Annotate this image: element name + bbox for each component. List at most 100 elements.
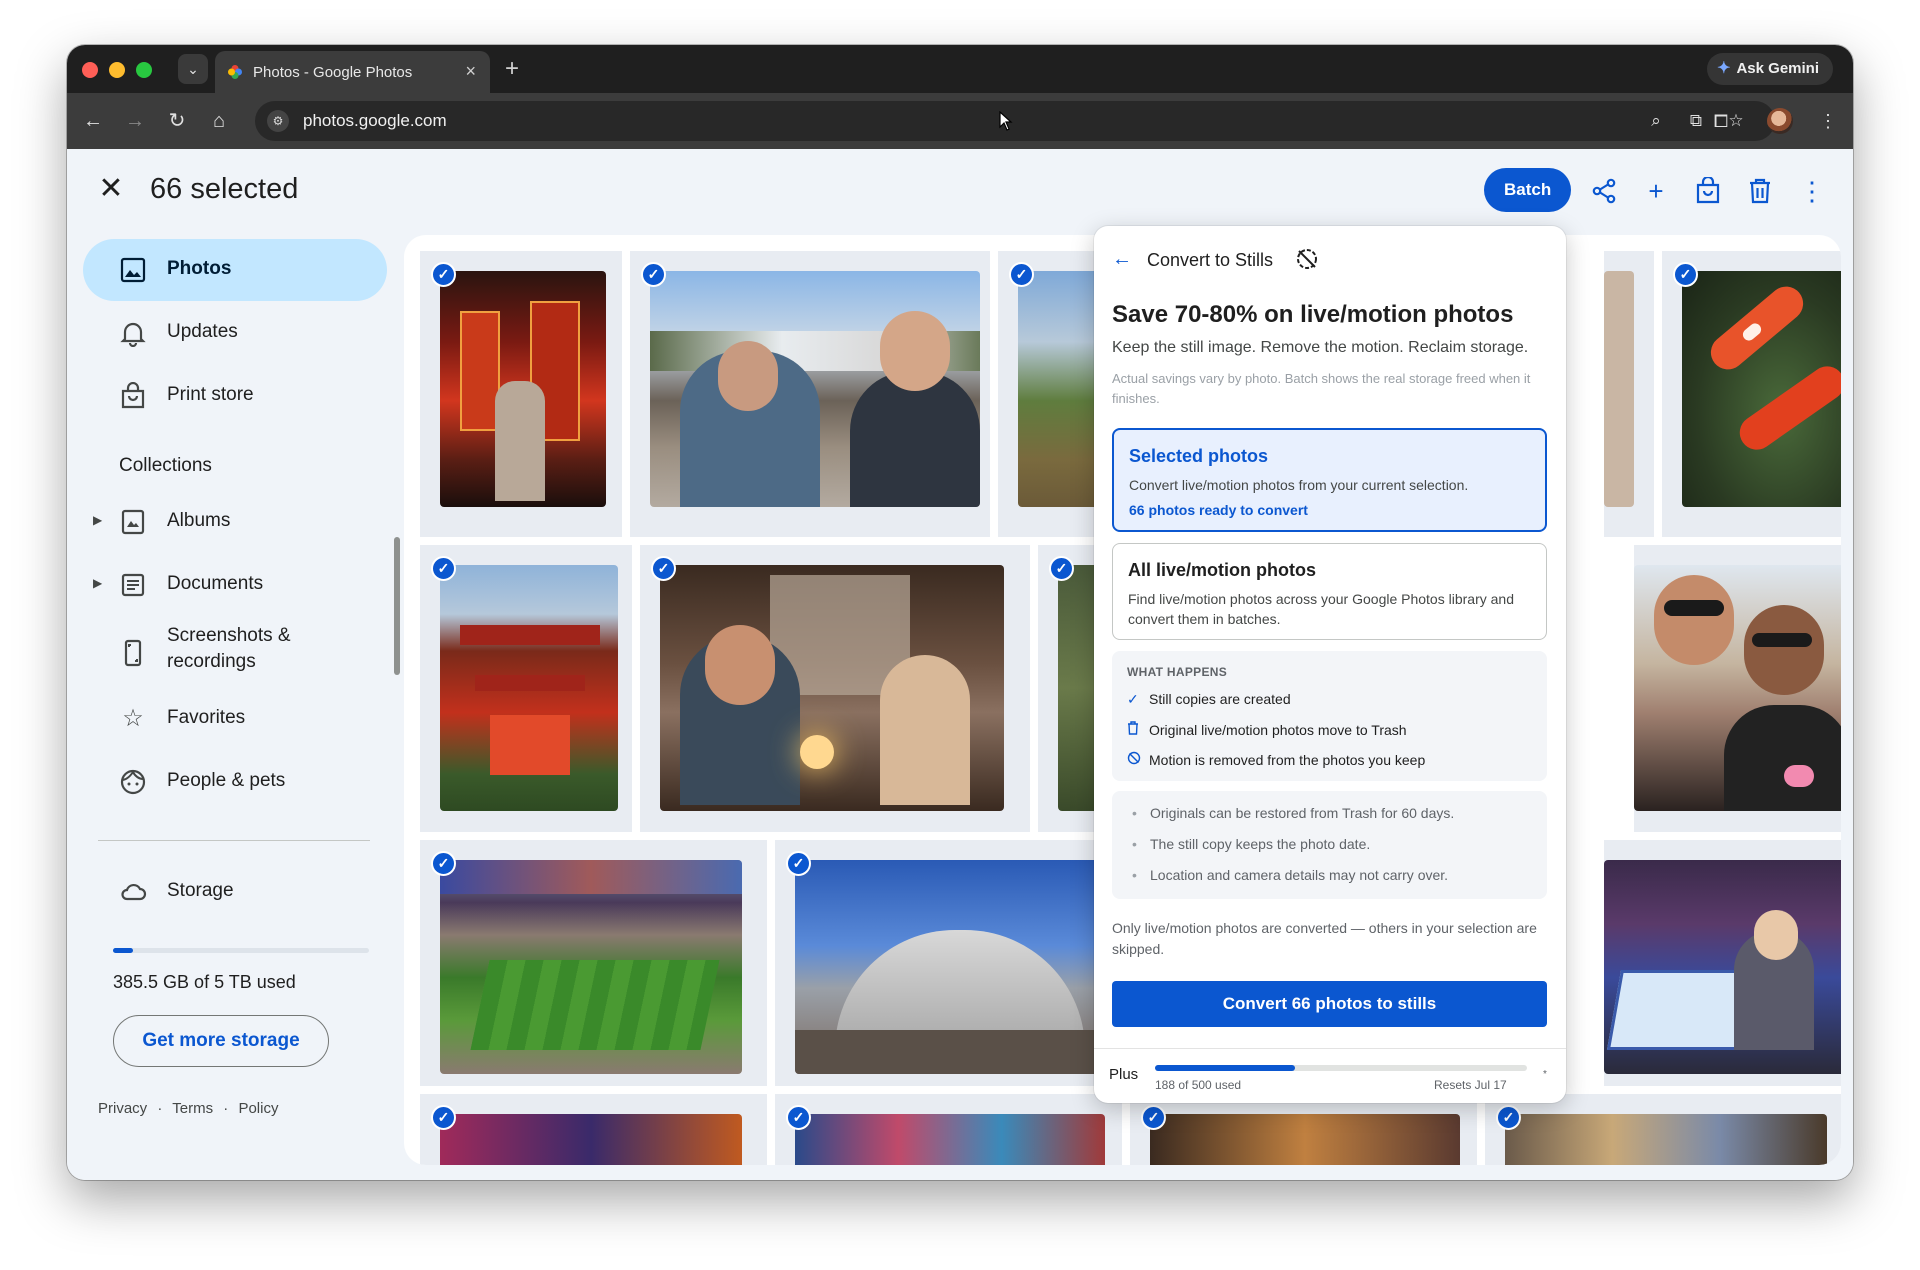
photo-cell[interactable] bbox=[1604, 840, 1841, 1086]
selected-check-icon[interactable]: ✓ bbox=[1673, 262, 1698, 287]
share-icon[interactable] bbox=[1584, 171, 1624, 211]
batch-button[interactable]: Batch bbox=[1484, 168, 1572, 212]
what-happens-box: WHAT HAPPENS ✓ Still copies are created O… bbox=[1112, 651, 1547, 781]
extensions-puzzle-icon[interactable]: ⧠ bbox=[1707, 107, 1735, 135]
sidebar-item-label: Favorites bbox=[167, 707, 246, 728]
close-window-button[interactable] bbox=[82, 62, 98, 78]
photo-cell[interactable]: ✓ bbox=[640, 545, 1030, 832]
sidebar-item-label-line2: recordings bbox=[167, 651, 256, 672]
motion-off-icon bbox=[1127, 751, 1149, 768]
photo-cell[interactable] bbox=[1634, 545, 1841, 832]
add-icon[interactable]: + bbox=[1636, 171, 1676, 211]
selected-check-icon[interactable]: ✓ bbox=[1049, 556, 1074, 581]
photo-thumbnail-arcade[interactable] bbox=[440, 271, 606, 507]
expand-caret-icon[interactable]: ▶ bbox=[93, 576, 102, 590]
sidebar-item-print-store[interactable]: Print store bbox=[83, 365, 387, 427]
sidebar-item-albums[interactable]: ▶ Albums bbox=[83, 491, 387, 553]
clear-selection-close-icon[interactable]: ✕ bbox=[91, 171, 131, 206]
sidebar-item-label: Screenshots & bbox=[167, 625, 291, 646]
photo-thumbnail-pagoda[interactable] bbox=[440, 565, 618, 811]
photo-cell[interactable]: ✓ bbox=[1130, 1094, 1477, 1165]
delete-trash-icon[interactable] bbox=[1740, 171, 1780, 211]
browser-menu-icon[interactable]: ⋮ bbox=[1814, 107, 1842, 135]
sidebar-item-storage[interactable]: Storage bbox=[83, 861, 387, 923]
photo-thumbnail-stadium-exterior[interactable] bbox=[795, 860, 1105, 1074]
selected-check-icon[interactable]: ✓ bbox=[1496, 1105, 1521, 1130]
tab-search-chevron-icon[interactable]: ⌄ bbox=[178, 54, 208, 84]
photo-cell[interactable]: ✓ bbox=[775, 1094, 1122, 1165]
photo-cell[interactable]: ✓ bbox=[420, 251, 622, 537]
selected-check-icon[interactable]: ✓ bbox=[786, 1105, 811, 1130]
zoom-window-button[interactable] bbox=[136, 62, 152, 78]
selected-check-icon[interactable]: ✓ bbox=[1141, 1105, 1166, 1130]
photo-thumbnail-partial[interactable] bbox=[1604, 271, 1634, 507]
selected-check-icon[interactable]: ✓ bbox=[431, 1105, 456, 1130]
zoom-icon[interactable]: ⌕ bbox=[1645, 110, 1667, 132]
google-photos-favicon-icon bbox=[228, 65, 242, 79]
back-arrow-icon[interactable]: ← bbox=[1112, 248, 1132, 271]
photo-cell[interactable]: ✓ bbox=[630, 251, 990, 537]
selected-check-icon[interactable]: ✓ bbox=[1009, 262, 1034, 287]
photo-thumbnail-arcade-2[interactable] bbox=[440, 1114, 742, 1165]
forward-arrow-icon[interactable]: → bbox=[121, 107, 149, 135]
selected-check-icon[interactable]: ✓ bbox=[786, 851, 811, 876]
check-icon: ✓ bbox=[1127, 691, 1139, 707]
ask-gemini-button[interactable]: ✦ Ask Gemini bbox=[1707, 53, 1833, 85]
selected-check-icon[interactable]: ✓ bbox=[431, 851, 456, 876]
selected-check-icon[interactable]: ✓ bbox=[431, 262, 456, 287]
profile-avatar[interactable] bbox=[1767, 108, 1793, 134]
note-item: • Location and camera details may not car… bbox=[1132, 867, 1449, 883]
photo-cell[interactable] bbox=[1604, 251, 1654, 537]
selected-check-icon[interactable]: ✓ bbox=[641, 262, 666, 287]
sidebar-item-screenshots[interactable]: Screenshots & recordings bbox=[83, 617, 387, 687]
sidebar-item-documents[interactable]: ▶ Documents bbox=[83, 554, 387, 616]
sidebar-item-label: Albums bbox=[167, 510, 231, 531]
install-app-icon[interactable]: ⧉ bbox=[1685, 110, 1707, 132]
browser-tab[interactable]: Photos - Google Photos × bbox=[215, 51, 490, 93]
sidebar-item-photos[interactable]: Photos bbox=[83, 239, 387, 301]
photo-thumbnail-air-hockey[interactable] bbox=[1604, 860, 1841, 1074]
photo-thumbnail-restaurant[interactable] bbox=[660, 565, 1004, 811]
sidebar-item-people-pets[interactable]: People & pets bbox=[83, 751, 387, 813]
photo-thumbnail-stadium[interactable] bbox=[440, 860, 742, 1074]
address-bar[interactable]: ⚙ photos.google.com ⌕ ⧉ ☆ bbox=[255, 101, 1775, 141]
photo-cell[interactable]: ✓ bbox=[1662, 251, 1841, 537]
selected-check-icon[interactable]: ✓ bbox=[651, 556, 676, 581]
photo-cell[interactable]: ✓ bbox=[420, 1094, 767, 1165]
new-tab-icon[interactable]: + bbox=[505, 54, 519, 84]
order-print-bag-icon[interactable] bbox=[1688, 171, 1728, 211]
sidebar: Photos Updates Print store Collections ▶… bbox=[67, 229, 397, 1169]
close-tab-icon[interactable]: × bbox=[465, 61, 476, 82]
more-options-icon[interactable]: ⋮ bbox=[1792, 171, 1832, 211]
photo-cell[interactable]: ✓ bbox=[775, 840, 1122, 1086]
minimize-window-button[interactable] bbox=[109, 62, 125, 78]
sidebar-item-label: Storage bbox=[167, 880, 234, 901]
privacy-link[interactable]: Privacy bbox=[98, 1100, 147, 1117]
terms-link[interactable]: Terms bbox=[172, 1100, 213, 1117]
sidebar-scrollbar[interactable] bbox=[394, 537, 400, 675]
photo-thumbnail-dining[interactable] bbox=[1150, 1114, 1460, 1165]
photo-cell[interactable]: ✓ bbox=[420, 840, 767, 1086]
photo-thumbnail-arcade-3[interactable] bbox=[795, 1114, 1105, 1165]
policy-link[interactable]: Policy bbox=[238, 1100, 278, 1117]
reload-icon[interactable]: ↻ bbox=[163, 107, 191, 135]
option-selected-photos[interactable]: Selected photos Convert live/motion phot… bbox=[1112, 428, 1547, 532]
convert-photos-button[interactable]: Convert 66 photos to stills bbox=[1112, 981, 1547, 1027]
sidebar-item-updates[interactable]: Updates bbox=[83, 302, 387, 364]
get-more-storage-button[interactable]: Get more storage bbox=[113, 1015, 329, 1067]
notes-box: • Originals can be restored from Trash fo… bbox=[1112, 791, 1547, 899]
expand-caret-icon[interactable]: ▶ bbox=[93, 513, 102, 527]
photo-thumbnail-selfie[interactable] bbox=[650, 271, 980, 507]
photo-thumbnail-couple[interactable] bbox=[1634, 565, 1841, 811]
photo-cell[interactable]: ✓ bbox=[420, 545, 632, 832]
selected-check-icon[interactable]: ✓ bbox=[431, 556, 456, 581]
site-info-icon[interactable]: ⚙ bbox=[267, 110, 289, 132]
photo-cell[interactable]: ✓ bbox=[1485, 1094, 1841, 1165]
sidebar-item-favorites[interactable]: ☆ Favorites bbox=[83, 688, 387, 750]
option-all-live-photos[interactable]: All live/motion photos Find live/motion … bbox=[1112, 543, 1547, 640]
bell-icon bbox=[120, 322, 146, 347]
home-icon[interactable]: ⌂ bbox=[205, 107, 233, 135]
photo-thumbnail-house[interactable] bbox=[1505, 1114, 1827, 1165]
back-arrow-icon[interactable]: ← bbox=[79, 107, 107, 135]
photo-thumbnail-koi[interactable] bbox=[1682, 271, 1841, 507]
